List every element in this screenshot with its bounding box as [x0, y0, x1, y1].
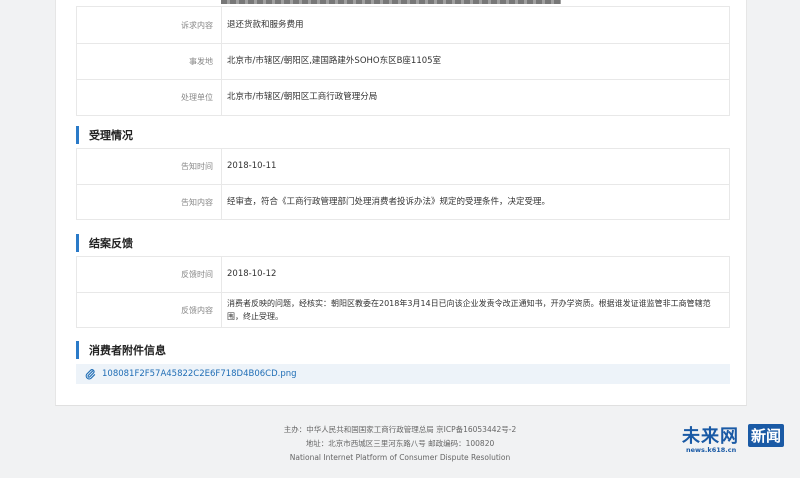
- row-value: 退还货款和服务费用: [227, 19, 304, 30]
- footer-english-name: National Internet Platform of Consumer D…: [289, 453, 511, 462]
- watermark-url: news.k618.cn: [686, 446, 737, 454]
- row-label: 处理单位: [77, 80, 222, 115]
- table-row: 告知内容 经审查，符合《工商行政管理部门处理消费者投诉办法》规定的受理条件，决定…: [77, 184, 729, 219]
- section-title-closing: 结案反馈: [76, 234, 133, 252]
- table-row: 事发地 北京市/市辖区/朝阳区,建国路建外SOHO东区B座1105室: [77, 43, 729, 79]
- cropped-text-line: [221, 0, 561, 4]
- table-row: 诉求内容 退还货款和服务费用: [77, 7, 729, 43]
- section-title-acceptance: 受理情况: [76, 126, 133, 144]
- row-label: 事发地: [77, 44, 222, 79]
- row-value: 2018-10-12: [227, 269, 277, 279]
- row-label: 反馈时间: [77, 257, 222, 292]
- news-watermark: 未来网 新闻 news.k618.cn: [682, 422, 792, 458]
- row-label: 告知时间: [77, 149, 222, 184]
- paperclip-icon: [84, 368, 96, 380]
- table-row: 反馈时间 2018-10-12: [77, 257, 729, 292]
- complaint-table: 诉求内容 退还货款和服务费用 事发地 北京市/市辖区/朝阳区,建国路建外SOHO…: [76, 6, 730, 116]
- attachment-link[interactable]: 108081F2F57A45822C2E6F718D4B06CD.png: [102, 369, 297, 379]
- row-label: 告知内容: [77, 185, 222, 219]
- acceptance-table: 告知时间 2018-10-11 告知内容 经审查，符合《工商行政管理部门处理消费…: [76, 148, 730, 220]
- row-label: 反馈内容: [77, 293, 222, 327]
- footer-address: 地址：北京市西城区三里河东路八号 邮政编码：100820: [305, 439, 495, 448]
- footer-sponsor: 主办：中华人民共和国国家工商行政管理总局 京ICP备16053442号-2: [283, 425, 517, 434]
- detail-card: 诉求内容 退还货款和服务费用 事发地 北京市/市辖区/朝阳区,建国路建外SOHO…: [55, 0, 747, 406]
- closing-table: 反馈时间 2018-10-12 反馈内容 消费者反映的问题，经核实：朝阳区教委在…: [76, 256, 730, 328]
- table-row: 处理单位 北京市/市辖区/朝阳区工商行政管理分局: [77, 79, 729, 115]
- row-value: 北京市/市辖区/朝阳区工商行政管理分局: [227, 92, 378, 102]
- site-footer: 主办：中华人民共和国国家工商行政管理总局 京ICP备16053442号-2 地址…: [0, 423, 800, 465]
- row-value: 2018-10-11: [227, 161, 277, 171]
- row-value: 经审查，符合《工商行政管理部门处理消费者投诉办法》规定的受理条件，决定受理。: [227, 196, 551, 207]
- attachment-row: 108081F2F57A45822C2E6F718D4B06CD.png: [76, 364, 730, 384]
- watermark-name: 未来网: [682, 426, 739, 447]
- table-row: 告知时间 2018-10-11: [77, 149, 729, 184]
- table-row: 反馈内容 消费者反映的问题，经核实：朝阳区教委在2018年3月14日已向该企业发…: [77, 292, 729, 327]
- row-value: 消费者反映的问题，经核实：朝阳区教委在2018年3月14日已向该企业发责令改正通…: [227, 299, 711, 321]
- row-value: 北京市/市辖区/朝阳区,建国路建外SOHO东区B座1105室: [227, 56, 442, 66]
- section-title-attachments: 消费者附件信息: [76, 341, 166, 359]
- watermark-badge: 新闻: [748, 424, 785, 447]
- row-label: 诉求内容: [77, 7, 222, 43]
